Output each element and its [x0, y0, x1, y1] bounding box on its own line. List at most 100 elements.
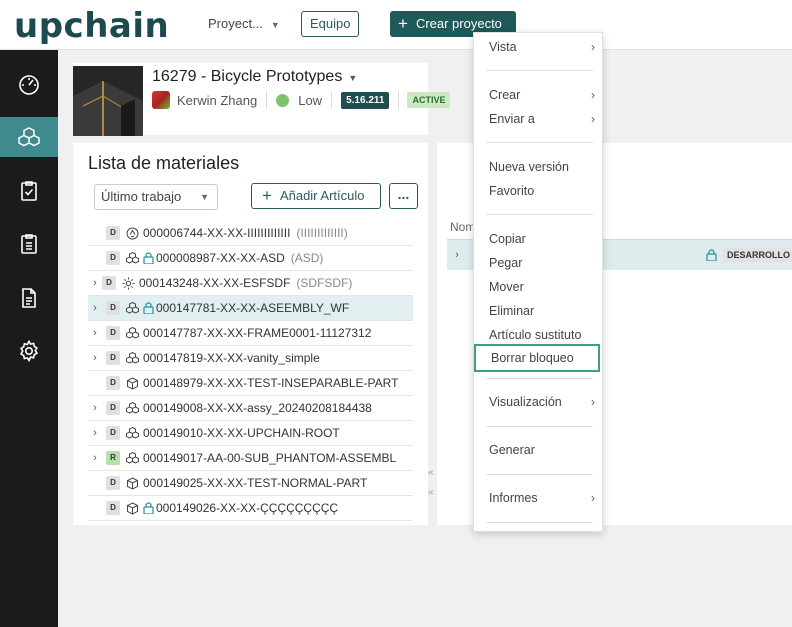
bom-row[interactable]: › R 000149017-AA-00-SUB_PHANTOM-ASSEMBL — [88, 446, 413, 471]
item-number: 000008987-XX-XX-ASD — [156, 251, 285, 265]
nav-lists[interactable] — [0, 224, 58, 264]
bom-row-label: 000148979-XX-XX-TEST-INSEPARABLE-PART — [143, 376, 398, 390]
collapse-left-icon[interactable]: « — [428, 487, 434, 498]
chevron-right-icon[interactable]: › — [450, 249, 464, 261]
bom-row[interactable]: D 000006744-XX-XX-IIIIIIIIIIIII (IIIIIIIII… — [88, 221, 413, 246]
bom-panel: Lista de materiales Último trabajo ▼ + Aña… — [73, 143, 428, 525]
chevron-right-icon: › — [591, 112, 595, 126]
context-menu: Vista › Crear › Enviar a › Nueva versión Fa… — [473, 32, 603, 532]
project-title[interactable]: 16279 - Bicycle Prototypes ▼ — [152, 68, 357, 86]
chevron-right-icon[interactable]: › — [88, 277, 102, 289]
menu-item-label: Eliminar — [489, 304, 535, 318]
project-selector[interactable]: Proyect... ▼ — [208, 16, 280, 31]
item-number: 000147819-XX-XX-vanity_simple — [143, 351, 320, 365]
item-number: 000149010-XX-XX-UPCHAIN-ROOT — [143, 426, 340, 440]
assembly-icon — [126, 426, 139, 439]
bom-row[interactable]: › D 000149008-XX-XX-assy_20240208184438 — [88, 396, 413, 421]
menu-item-nueva-version[interactable]: Nueva versión — [474, 156, 602, 178]
bom-row[interactable]: › D 000149010-XX-XX-UPCHAIN-ROOT — [88, 421, 413, 446]
menu-item-vista[interactable]: Vista › — [474, 36, 602, 58]
team-button[interactable]: Equipo — [301, 11, 360, 37]
item-type-badge: D — [106, 376, 120, 390]
plus-icon: + — [262, 186, 272, 205]
bom-row[interactable]: › D 000143248-XX-XX-ESFSDF (SDFSDF) — [88, 271, 413, 296]
alternate-icon — [126, 227, 139, 239]
more-options-button[interactable]: ... — [389, 183, 418, 209]
menu-item-visualizacion[interactable]: Visualización › — [474, 391, 602, 413]
version-badge: 5.16.211 — [341, 91, 390, 109]
menu-item-crear[interactable]: Crear › — [474, 84, 602, 106]
priority-dot-icon — [276, 93, 290, 107]
chevron-right-icon: › — [591, 40, 595, 54]
chevron-down-icon: ▼ — [348, 73, 358, 83]
create-project-label: Crear proyecto — [415, 16, 502, 31]
item-number: 000149026-XX-XX-ÇÇÇÇÇÇÇÇÇ — [156, 501, 339, 515]
bom-row-label: 000149026-XX-XX-ÇÇÇÇÇÇÇÇÇ — [156, 501, 338, 515]
collapse-left-icon[interactable]: « — [428, 467, 434, 478]
project-priority: Low — [298, 92, 323, 108]
lock-icon — [143, 252, 154, 264]
menu-item-articulo-sustituto[interactable]: Artículo sustituto — [474, 324, 602, 346]
menu-item-informes[interactable]: Informes › — [474, 487, 602, 509]
upchain-logo[interactable]: upchain — [14, 6, 169, 46]
menu-item-borrar-bloqueo[interactable]: Borrar bloqueo — [474, 344, 600, 372]
menu-item-enviar[interactable]: Enviar a › — [474, 108, 602, 130]
item-type-badge: D — [106, 301, 120, 315]
bom-row-label: 000006744-XX-XX-IIIIIIIIIIIII (IIIIIIIIII… — [143, 226, 348, 240]
top-bar: upchain Proyect... ▼ Equipo + Crear proyec… — [0, 0, 792, 50]
bom-row-label: 000147787-XX-XX-FRAME0001-11127312 — [143, 326, 371, 340]
item-type-badge: D — [106, 401, 120, 415]
add-item-label: Añadir Artículo — [279, 188, 365, 203]
bom-row[interactable]: D 000149026-XX-XX-ÇÇÇÇÇÇÇÇÇ — [88, 496, 413, 521]
project-selector-label: Proyect... — [208, 16, 263, 31]
bom-row[interactable]: D 000148979-XX-XX-TEST-INSEPARABLE-PART — [88, 371, 413, 396]
menu-divider — [486, 142, 593, 143]
menu-divider — [486, 70, 593, 71]
nav-bom[interactable] — [0, 117, 58, 157]
bom-row[interactable]: D 000008987-XX-XX-ASD (ASD) — [88, 246, 413, 271]
menu-item-pegar[interactable]: Pegar — [474, 252, 602, 274]
chevron-right-icon[interactable]: › — [88, 427, 102, 439]
menu-item-label: Enviar a — [489, 112, 535, 126]
item-type-badge: D — [106, 426, 120, 440]
bom-row[interactable]: › D 000147787-XX-XX-FRAME0001-11127312 — [88, 321, 413, 346]
divider — [398, 91, 400, 109]
menu-item-eliminar[interactable]: Eliminar — [474, 300, 602, 322]
assembly-icon — [126, 401, 139, 414]
bom-tree: D 000006744-XX-XX-IIIIIIIIIIIII (IIIIIIIII… — [88, 221, 413, 521]
menu-item-generar[interactable]: Generar — [474, 439, 602, 461]
bom-row-label: 000008987-XX-XX-ASD (ASD) — [156, 251, 323, 265]
bom-row-label: 000149025-XX-XX-TEST-NORMAL-PART — [143, 476, 367, 490]
item-alias: (SDFSDF) — [296, 276, 353, 290]
nav-settings[interactable] — [0, 331, 58, 371]
chevron-right-icon[interactable]: › — [88, 327, 102, 339]
nav-dashboard[interactable] — [0, 64, 58, 104]
dashboard-icon — [19, 75, 39, 95]
document-icon — [22, 288, 36, 308]
lock-icon — [143, 502, 154, 514]
nav-documents[interactable] — [0, 278, 58, 318]
menu-item-favorito[interactable]: Favorito — [474, 180, 602, 202]
divider — [331, 91, 333, 109]
chevron-right-icon[interactable]: › — [88, 452, 102, 464]
clipboard-list-icon — [21, 234, 37, 254]
bom-row-label: 000149008-XX-XX-assy_20240208184438 — [143, 401, 372, 415]
chevron-right-icon: › — [591, 395, 595, 409]
bom-row[interactable]: D 000149025-XX-XX-TEST-NORMAL-PART — [88, 471, 413, 496]
bom-title: Lista de materiales — [88, 153, 240, 173]
menu-item-copiar[interactable]: Copiar — [474, 228, 602, 250]
bom-filter-select[interactable]: Último trabajo ▼ — [94, 184, 218, 210]
item-number: 000006744-XX-XX-IIIIIIIIIIIII — [143, 226, 291, 240]
settings-icon — [19, 339, 39, 363]
menu-item-label: Artículo sustituto — [489, 328, 582, 342]
nav-tasks[interactable] — [0, 171, 58, 211]
divider — [266, 91, 268, 109]
chevron-right-icon[interactable]: › — [88, 352, 102, 364]
chevron-right-icon[interactable]: › — [88, 302, 102, 314]
chevron-right-icon: › — [591, 491, 595, 505]
bom-row[interactable]: › D 000147781-XX-XX-ASEEMBLY_WF — [88, 296, 413, 321]
menu-item-mover[interactable]: Mover — [474, 276, 602, 298]
chevron-right-icon[interactable]: › — [88, 402, 102, 414]
add-item-button[interactable]: + Añadir Artículo — [251, 183, 381, 209]
bom-row[interactable]: › D 000147819-XX-XX-vanity_simple — [88, 346, 413, 371]
